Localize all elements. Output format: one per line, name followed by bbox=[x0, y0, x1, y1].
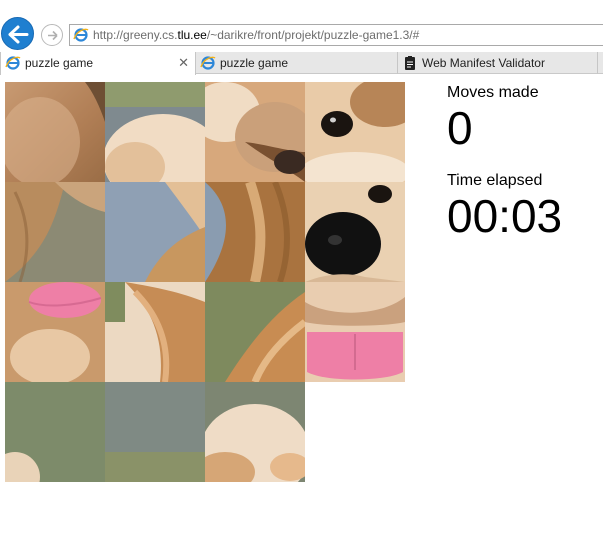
back-arrow-icon bbox=[8, 25, 29, 44]
puzzle-tile[interactable] bbox=[305, 182, 405, 282]
clipboard-icon bbox=[405, 56, 415, 70]
close-tab-icon[interactable]: ✕ bbox=[178, 55, 189, 71]
puzzle-tile[interactable] bbox=[205, 382, 305, 482]
puzzle-board bbox=[5, 82, 405, 482]
puzzle-tile[interactable] bbox=[105, 382, 205, 482]
forward-arrow-icon bbox=[48, 30, 58, 41]
tab-puzzle-game[interactable]: puzzle game bbox=[196, 52, 398, 74]
puzzle-tile[interactable] bbox=[5, 282, 105, 382]
puzzle-tile[interactable] bbox=[105, 282, 205, 382]
puzzle-tile[interactable] bbox=[105, 82, 205, 182]
moves-counter: 0 bbox=[447, 102, 473, 154]
game-stats: Moves made 0 Time elapsed 00:03 bbox=[447, 84, 597, 260]
tab-puzzle-game-active[interactable]: puzzle game ✕ bbox=[0, 52, 196, 75]
puzzle-tile[interactable] bbox=[205, 282, 305, 382]
puzzle-tile[interactable] bbox=[5, 182, 105, 282]
tab-label: Web Manifest Validator bbox=[422, 56, 545, 70]
puzzle-tile[interactable] bbox=[305, 82, 405, 182]
puzzle-tile[interactable] bbox=[105, 182, 205, 282]
url-text: http://greeny.cs.tlu.ee/~darikre/front/p… bbox=[93, 28, 420, 42]
puzzle-tile[interactable] bbox=[5, 82, 105, 182]
puzzle-tile[interactable] bbox=[205, 82, 305, 182]
time-counter: 00:03 bbox=[447, 190, 563, 242]
tab-strip: puzzle game ✕ puzzle game Web Manifest V… bbox=[0, 52, 603, 75]
forward-button[interactable] bbox=[41, 24, 63, 46]
moves-label: Moves made bbox=[447, 84, 539, 101]
ie-icon bbox=[73, 28, 89, 42]
ie-icon bbox=[5, 56, 21, 70]
puzzle-tile[interactable] bbox=[305, 282, 405, 382]
address-bar: http://greeny.cs.tlu.ee/~darikre/front/p… bbox=[0, 0, 603, 50]
tab-label: puzzle game bbox=[220, 56, 289, 70]
puzzle-tile[interactable] bbox=[5, 382, 105, 482]
tab-label: puzzle game bbox=[25, 56, 94, 70]
puzzle-tile[interactable] bbox=[205, 182, 305, 282]
time-label: Time elapsed bbox=[447, 172, 543, 189]
tab-web-manifest-validator[interactable]: Web Manifest Validator bbox=[398, 52, 598, 74]
url-input[interactable]: http://greeny.cs.tlu.ee/~darikre/front/p… bbox=[69, 24, 603, 46]
empty-slot bbox=[305, 382, 405, 482]
ie-icon bbox=[200, 56, 216, 70]
back-button[interactable] bbox=[1, 17, 34, 50]
